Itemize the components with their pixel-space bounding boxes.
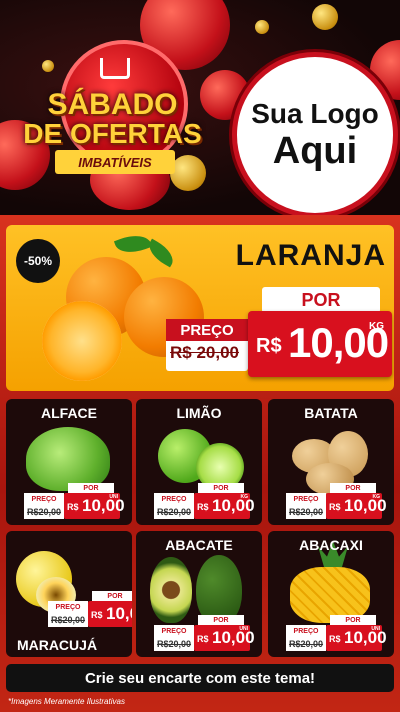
logo-line2: Aqui	[272, 130, 358, 172]
leaf-icon	[113, 229, 153, 259]
product-name: BATATA	[304, 405, 358, 421]
product-name: ABACATE	[165, 537, 233, 553]
por-label: POR	[330, 483, 376, 493]
hero-unit: KG	[369, 321, 384, 332]
price: 10,00	[212, 628, 255, 647]
product-name: ABACAXI	[299, 537, 363, 553]
unit: KG	[240, 494, 249, 500]
product-card[interactable]: MARACUJÁ POR PREÇOR$20,00R$10,00KG	[6, 531, 132, 657]
price-tag: R$10,00KG	[326, 493, 387, 519]
old-price: R$20,00	[286, 637, 326, 651]
product-card[interactable]: BATATA POR PREÇO R$20,00 R$ 10,00 KG	[268, 399, 394, 525]
por-label: POR	[330, 615, 376, 625]
coin-icon	[255, 20, 269, 34]
price-tag: R$10,00KG	[194, 493, 255, 519]
product-name: LIMÃO	[176, 405, 222, 421]
old-price: R$20,00	[286, 505, 326, 519]
por-label: POR	[198, 615, 244, 625]
currency: R$	[91, 610, 103, 620]
hero-offer[interactable]: -50% LARANJA POR PREÇO R$ 20,00 R$ 10,00…	[6, 225, 394, 391]
hero-product-name: LARANJA	[235, 239, 386, 272]
price-block: POR PREÇO R$20,00 R$ 10,00 UNI	[154, 615, 255, 655]
product-name: MARACUJÁ	[16, 637, 98, 653]
old-price: R$20,00	[48, 613, 88, 627]
disclaimer: *Imagens Meramente Ilustrativas	[8, 697, 125, 706]
preco-label: PREÇO	[286, 625, 326, 637]
logo-placeholder[interactable]: Sua Logo Aqui	[232, 52, 398, 215]
por-label: POR	[92, 591, 132, 601]
logo-line1: Sua Logo	[251, 98, 379, 129]
cta-button[interactable]: Crie seu encarte com este tema!	[6, 664, 394, 692]
price: 10,00	[344, 628, 387, 647]
price: 10,00	[82, 496, 125, 515]
old-price: R$20,00	[154, 637, 194, 651]
header-banner: SÁBADO DE OFERTAS IMBATÍVEIS Sua Logo Aq…	[0, 0, 400, 215]
unit: UNI	[109, 494, 118, 500]
price-block: POR PREÇO R$20,00 R$ 10,00 UNI	[24, 483, 125, 523]
unit: UNI	[239, 626, 248, 632]
old-price: R$20,00	[24, 505, 64, 519]
hero-old-price-box: PREÇO R$ 20,00	[166, 319, 248, 371]
currency: R$	[67, 502, 79, 512]
coin-icon	[42, 60, 54, 72]
por-label: POR	[198, 483, 244, 493]
price-tag: R$ 10,00 UNI	[326, 625, 387, 651]
por-label: POR	[68, 483, 114, 493]
currency: R$	[329, 502, 341, 512]
orange-half-icon	[42, 301, 122, 381]
price-tag: R$10,00KG	[88, 601, 132, 627]
price-block: POR PREÇOR$20,00R$10,00KG	[286, 483, 387, 523]
hero-old-price: R$ 20,00	[170, 343, 239, 362]
preco-label: PREÇO	[154, 493, 194, 505]
price: 10,00	[344, 496, 387, 515]
price-block: POR PREÇO R$20,00 R$ 10,00 UNI	[286, 615, 387, 655]
old-price: R$20,00	[154, 505, 194, 519]
product-card[interactable]: ABACAXI POR PREÇO R$20,00 R$ 10,00 UNI	[268, 531, 394, 657]
price-block: POR PREÇOR$20,00R$10,00KG	[154, 483, 255, 523]
preco-label: PREÇO	[286, 493, 326, 505]
price-tag: R$ 10,00 UNI	[64, 493, 125, 519]
title-line2: DE OFERTAS	[23, 118, 202, 149]
title-line1: SÁBADO	[47, 88, 178, 121]
hero-price-tag: R$ 10,00 KG	[248, 311, 392, 377]
currency: R$	[329, 634, 341, 644]
price: 10,00	[212, 496, 255, 515]
discount-badge: -50%	[16, 239, 60, 283]
price-block: POR PREÇOR$20,00R$10,00KG	[48, 591, 132, 631]
cart-icon	[100, 58, 130, 79]
hero-por-label: POR	[262, 287, 380, 313]
unit: KG	[372, 494, 381, 500]
unit: UNI	[371, 626, 380, 632]
currency: R$	[197, 634, 209, 644]
product-card[interactable]: LIMÃO POR PREÇO R$20,00 R$ 10,00 KG	[136, 399, 262, 525]
price: 10,00	[106, 604, 132, 623]
coin-icon	[170, 155, 206, 191]
hero-currency: R$	[256, 335, 282, 357]
product-card[interactable]: ALFACE POR PREÇO R$20,00 R$ 10,00 UNI	[6, 399, 132, 525]
price-tag: R$ 10,00 UNI	[194, 625, 255, 651]
currency: R$	[197, 502, 209, 512]
product-name: ALFACE	[41, 405, 97, 421]
coin-icon	[312, 4, 338, 30]
preco-label: PREÇO	[154, 625, 194, 637]
preco-label: PREÇO	[24, 493, 64, 505]
subtitle-badge: IMBATÍVEIS	[55, 150, 175, 174]
preco-label: PREÇO	[48, 601, 88, 613]
product-card[interactable]: ABACATE POR PREÇO R$20,00 R$ 10,00 UNI	[136, 531, 262, 657]
hero-preco-label: PREÇO	[166, 319, 248, 341]
leaf-icon	[144, 238, 178, 268]
